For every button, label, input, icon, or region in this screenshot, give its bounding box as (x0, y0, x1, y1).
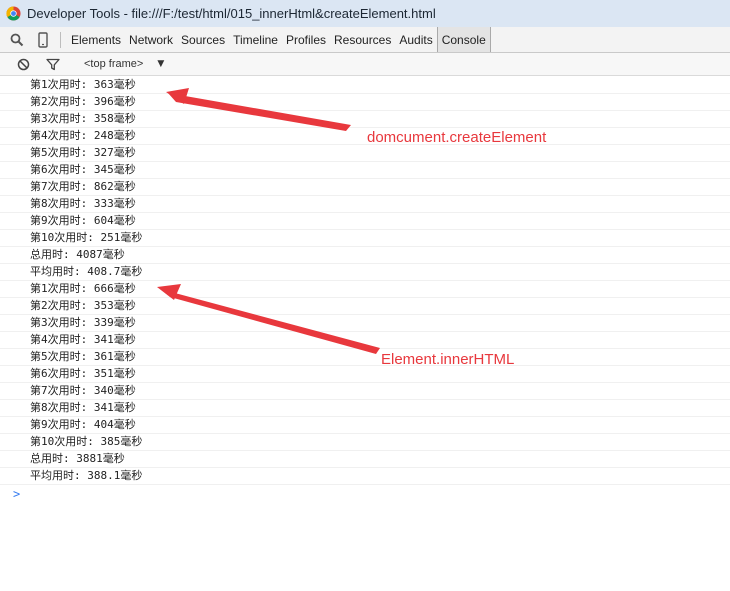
tab-elements[interactable]: Elements (67, 27, 125, 52)
panel-tabs: Elements Network Sources Timeline Profil… (67, 27, 491, 52)
console-message: 总用时: 4087毫秒 (0, 247, 730, 264)
clear-console-icon[interactable] (14, 55, 32, 73)
console-prompt[interactable]: > (0, 485, 730, 503)
console-message: 第7次用时: 862毫秒 (0, 179, 730, 196)
console-message: 第5次用时: 327毫秒 (0, 145, 730, 162)
console-filterbar: <top frame> ▼ (0, 53, 730, 76)
tab-network[interactable]: Network (125, 27, 177, 52)
window-title: Developer Tools - file:///F:/test/html/0… (27, 6, 436, 21)
annotation-innerHTML: Element.innerHTML (381, 351, 515, 368)
chrome-logo-icon (6, 6, 21, 21)
chevron-down-icon[interactable]: ▼ (157, 59, 164, 69)
tab-console[interactable]: Console (436, 27, 491, 52)
tab-resources[interactable]: Resources (330, 27, 395, 52)
frame-selector[interactable]: <top frame> (84, 58, 143, 70)
console-message: 第1次用时: 363毫秒 (0, 77, 730, 94)
console-message: 平均用时: 408.7毫秒 (0, 264, 730, 281)
console-message: 第2次用时: 353毫秒 (0, 298, 730, 315)
console-message: 平均用时: 388.1毫秒 (0, 468, 730, 485)
console-message: 第6次用时: 345毫秒 (0, 162, 730, 179)
device-mode-icon[interactable] (34, 31, 52, 49)
console-message: 第1次用时: 666毫秒 (0, 281, 730, 298)
console-message: 总用时: 3881毫秒 (0, 451, 730, 468)
tab-profiles[interactable]: Profiles (282, 27, 330, 52)
window-titlebar: Developer Tools - file:///F:/test/html/0… (0, 0, 730, 27)
devtools-toolbar: Elements Network Sources Timeline Profil… (0, 27, 730, 53)
annotation-createElement: domcument.createElement (367, 129, 547, 146)
console-message: 第9次用时: 404毫秒 (0, 417, 730, 434)
console-messages: 第1次用时: 363毫秒 第2次用时: 396毫秒 第3次用时: 358毫秒 第… (0, 77, 730, 503)
console-message: 第4次用时: 248毫秒 (0, 128, 730, 145)
tab-audits[interactable]: Audits (395, 27, 436, 52)
toolbar-separator (60, 31, 61, 48)
console-message: 第7次用时: 340毫秒 (0, 383, 730, 400)
console-message: 第4次用时: 341毫秒 (0, 332, 730, 349)
search-icon[interactable] (8, 31, 26, 49)
tab-sources[interactable]: Sources (177, 27, 229, 52)
console-message: 第6次用时: 351毫秒 (0, 366, 730, 383)
filter-icon[interactable] (44, 55, 62, 73)
console-message: 第10次用时: 385毫秒 (0, 434, 730, 451)
console-message: 第8次用时: 341毫秒 (0, 400, 730, 417)
console-message: 第3次用时: 358毫秒 (0, 111, 730, 128)
console-message: 第2次用时: 396毫秒 (0, 94, 730, 111)
tab-timeline[interactable]: Timeline (229, 27, 282, 52)
console-message: 第9次用时: 604毫秒 (0, 213, 730, 230)
console-message: 第3次用时: 339毫秒 (0, 315, 730, 332)
console-message: 第10次用时: 251毫秒 (0, 230, 730, 247)
console-message: 第8次用时: 333毫秒 (0, 196, 730, 213)
console-message: 第5次用时: 361毫秒 (0, 349, 730, 366)
